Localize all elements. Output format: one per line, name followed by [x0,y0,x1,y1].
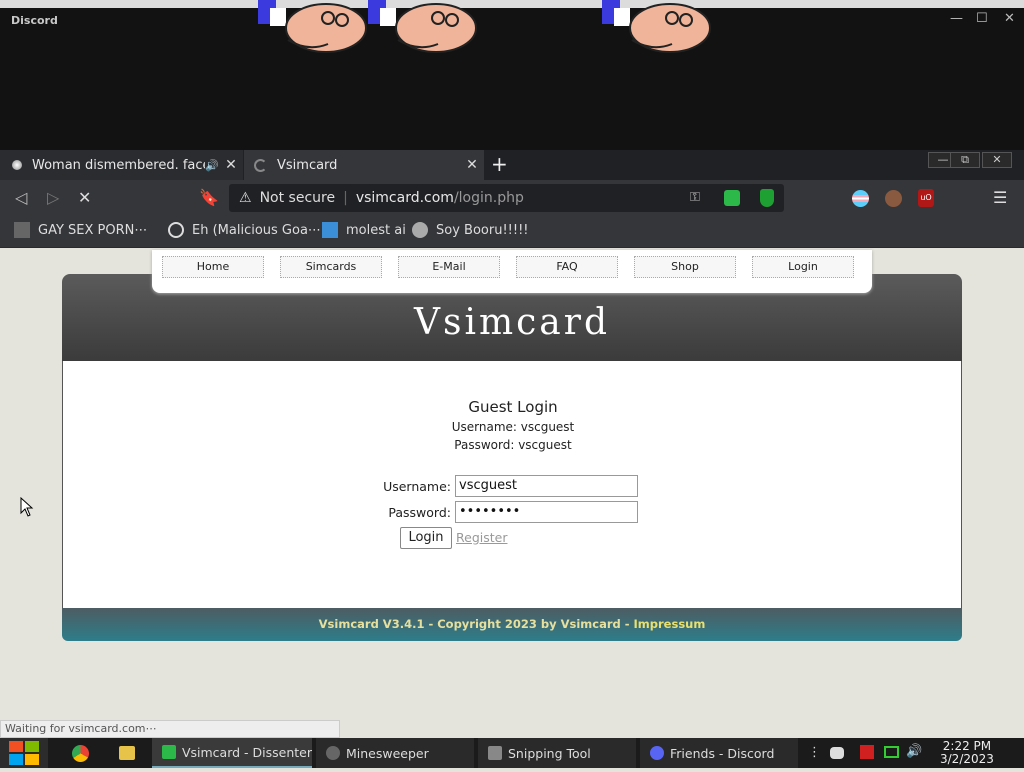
address-bar[interactable]: ⚠ Not secure | vsimcard.com/login.php [229,184,784,212]
password-field[interactable]: •••••••• [455,501,638,523]
volume-icon[interactable]: 🔊 [906,744,922,759]
start-button[interactable] [0,738,48,768]
nav-home[interactable]: Home [162,256,264,278]
site-title: Vsimcard [413,302,610,343]
chrome-icon[interactable] [72,745,89,762]
taskbar-item-minesweeper[interactable]: Minesweeper [316,738,474,768]
windows-logo-icon [9,741,39,765]
cartoon-face-image [258,0,367,53]
favicon-icon [12,160,22,170]
login-button[interactable]: Login [400,527,452,549]
bookmark-favicon-icon [14,222,30,238]
nav-email[interactable]: E-Mail [398,256,500,278]
bookmark-item[interactable]: Eh (Malicious Goa⋯ [168,222,321,238]
extension-chat-icon[interactable] [724,190,740,206]
key-icon[interactable]: ⚿ [690,190,700,205]
discord-window: Discord — ☐ ✕ [0,0,1024,150]
password-label: Password: [388,505,451,520]
new-tab-button[interactable]: + [491,152,508,176]
tab-vsimcard[interactable]: Vsimcard ✕ [244,150,484,180]
ublock-icon[interactable]: uO [918,189,934,207]
guest-password-line: Password: vscguest [454,438,572,452]
login-content: Guest Login Username: vscguest Password:… [62,361,962,609]
username-label: Username: [383,479,451,494]
bookmark-label: Soy Booru!!!!! [436,222,529,238]
register-link[interactable]: Register [456,530,507,545]
taskbar-label: Vsimcard - Dissenter [181,744,312,760]
dissenter-icon [162,745,176,759]
bookmark-label: GAY SEX PORN⋯ [38,222,148,238]
audio-icon[interactable]: 🔊 [205,159,219,172]
guest-username-line: Username: vscguest [451,420,575,434]
cartoon-face-image [368,0,477,53]
tab-woman[interactable]: Woman dismembered. face c 🔊 ✕ [0,150,243,180]
flag-tray-icon[interactable] [860,745,874,759]
cartoon-face-image [602,0,711,53]
footer-copyright: Vsimcard V3.4.1 - Copyright 2023 by Vsim… [318,617,634,631]
network-icon[interactable] [884,746,899,758]
taskbar-clock[interactable]: 2:22 PM 3/2/2023 [940,740,994,766]
profile-flag-icon[interactable] [852,190,869,207]
taskbar-label: Friends - Discord [670,745,775,761]
url-host: vsimcard.com [355,190,454,206]
bookmark-item[interactable]: GAY SEX PORN⋯ [14,222,147,238]
discord-tray-icon[interactable] [830,747,844,759]
impressum-link[interactable]: Impressum [634,617,706,631]
tab-close-button[interactable]: ✕ [460,157,484,173]
taskbar-label: Minesweeper [346,745,429,761]
tab-close-button[interactable]: ✕ [219,157,243,173]
bookmark-item[interactable]: Soy Booru!!!!! [412,222,529,238]
discord-minimize-button[interactable]: — [950,11,963,26]
site-nav: Home Simcards E-Mail FAQ Shop Login [152,250,872,293]
discord-title: Discord [11,14,58,27]
back-icon[interactable]: ◁ [15,188,27,207]
discord-icon [650,746,664,760]
url-path: /login.php [453,190,524,206]
globe-icon [168,222,184,238]
nav-faq[interactable]: FAQ [516,256,618,278]
taskbar-item-dissenter[interactable]: Vsimcard - Dissenter [152,738,312,768]
bookmark-label: molest ai [346,222,406,238]
browser-tab-bar: Woman dismembered. face c 🔊 ✕ Vsimcard ✕ [0,150,1024,180]
discord-maximize-button[interactable]: ☐ [976,11,988,26]
tab-label: Vsimcard [277,157,338,173]
separator: | [343,190,348,206]
tab-label: Woman dismembered. face c [32,157,206,173]
clock-date: 3/2/2023 [940,752,994,766]
mouse-cursor-icon [20,497,34,517]
warning-icon: ⚠ [239,190,252,206]
overflow-icon[interactable]: ⋮ [808,745,821,760]
browser-close-button[interactable]: ✕ [982,152,1012,168]
bookmark-icon[interactable]: 🔖 [199,188,219,207]
loading-spinner-icon [254,158,267,172]
window-top-strip [0,0,1024,8]
site-footer: Vsimcard V3.4.1 - Copyright 2023 by Vsim… [62,608,962,641]
bookmark-item[interactable]: molest ai [322,222,406,238]
mine-icon [326,746,340,760]
taskbar-label: Snipping Tool [508,745,591,761]
bookmark-label: Eh (Malicious Goa⋯ [192,222,321,238]
browser-restore-button[interactable]: ⧉ [950,152,980,168]
security-label: Not secure [259,190,336,206]
menu-icon[interactable]: ☰ [993,188,1007,207]
scissors-icon [488,746,502,760]
bookmark-favicon-icon [322,222,338,238]
bookmark-favicon-icon [412,222,428,238]
forward-icon[interactable]: ▷ [47,188,59,207]
nav-simcards[interactable]: Simcards [280,256,382,278]
nav-shop[interactable]: Shop [634,256,736,278]
username-field[interactable]: vscguest [455,475,638,497]
taskbar-item-snipping[interactable]: Snipping Tool [478,738,636,768]
stop-icon[interactable]: ✕ [78,188,91,207]
status-bar: Waiting for vsimcard.com⋯ [0,720,340,738]
folder-icon[interactable] [119,746,135,760]
shield-extension-icon[interactable] [760,189,774,207]
avatar-icon[interactable] [885,190,902,207]
taskbar-item-discord[interactable]: Friends - Discord [640,738,798,768]
nav-login[interactable]: Login [752,256,854,278]
discord-close-button[interactable]: ✕ [1004,11,1015,26]
guest-login-title: Guest Login [468,398,558,416]
